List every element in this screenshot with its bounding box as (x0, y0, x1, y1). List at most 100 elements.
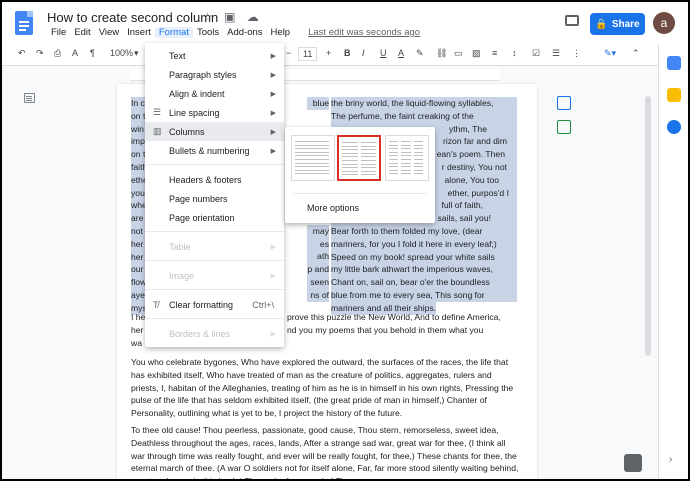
zoom-select[interactable]: 100% (110, 48, 133, 58)
menu-item-headers-footers[interactable]: Headers & footers (145, 170, 284, 189)
column-preview-line (389, 155, 399, 157)
text-line: The perfume, the faint creaking of the (331, 109, 517, 123)
suggest-edits-icon[interactable] (557, 120, 571, 134)
menu-tools[interactable]: Tools (193, 27, 223, 38)
chevron-down-icon[interactable]: ▾ (134, 48, 139, 59)
column-preview-line (413, 173, 423, 175)
share-button[interactable]: 🔒 Share (590, 13, 645, 35)
line-spacing-icon[interactable]: ↕ (512, 48, 517, 58)
menu-divider (145, 164, 284, 165)
column-preview-line (389, 148, 399, 150)
paragraph-3: To thee old cause! Thou peerless, passio… (131, 425, 519, 479)
menu-item-page-numbers[interactable]: Page numbers (145, 189, 284, 208)
three-columns-option[interactable] (385, 135, 429, 181)
highlight-icon[interactable]: ✎ (416, 48, 424, 59)
text-line: seen (307, 275, 329, 289)
font-size-decrease-icon[interactable]: − (286, 48, 291, 58)
star-icon[interactable]: ☆ (202, 10, 213, 24)
menu-file[interactable]: File (47, 27, 70, 38)
add-comment-icon[interactable]: ▭ (454, 48, 463, 59)
align-left-icon[interactable]: ≡ (492, 48, 497, 58)
editing-mode-icon[interactable]: ✎▾ (604, 48, 616, 59)
calendar-icon[interactable] (667, 56, 681, 70)
chevron-right-icon[interactable]: › (669, 454, 672, 465)
column-preview-line (360, 170, 376, 172)
column-preview-line (389, 151, 399, 153)
text-line: Speed on my book! spread your white sail… (331, 250, 517, 264)
column-preview-line (360, 174, 376, 176)
one-column-option[interactable] (291, 135, 335, 181)
chevron-right-icon: ▶ (270, 147, 276, 155)
column-preview-line (360, 152, 376, 154)
text-line: may (307, 224, 329, 238)
more-icon[interactable]: ⋮ (572, 48, 581, 59)
font-size-increase-icon[interactable]: + (326, 48, 331, 58)
link-icon[interactable]: ⛓ (436, 48, 447, 59)
document-outline-icon[interactable] (24, 93, 35, 103)
column-preview-line (360, 163, 376, 165)
chevron-up-icon[interactable]: ⌃ (632, 48, 640, 59)
checklist-icon[interactable]: ☑ (532, 48, 540, 59)
docs-logo-icon[interactable] (15, 11, 33, 35)
redo-icon[interactable]: ↷ (36, 48, 44, 59)
italic-icon[interactable]: I (362, 48, 365, 58)
font-size-input[interactable]: 11 (298, 47, 318, 61)
text-color-icon[interactable]: A (398, 48, 404, 58)
column-preview-line (413, 166, 423, 168)
two-columns-option[interactable] (337, 135, 381, 181)
bulleted-list-icon[interactable]: ☰ (552, 48, 560, 59)
column-preview-line (413, 155, 423, 157)
menu-item-shortcut: Ctrl+\ (252, 299, 274, 310)
scrollbar-thumb[interactable] (645, 96, 651, 356)
tasks-icon[interactable] (667, 120, 681, 134)
add-comment-icon[interactable] (557, 96, 571, 110)
menu-format[interactable]: Format (154, 27, 193, 38)
column-preview-line (401, 166, 411, 168)
menu-item-line-spacing[interactable]: ☰ Line spacing ▶ (145, 103, 284, 122)
menu-item-label: Line spacing (169, 107, 220, 118)
last-edit-link[interactable]: Last edit was seconds ago (304, 27, 424, 38)
menu-item-align-indent[interactable]: Align & indent ▶ (145, 84, 284, 103)
undo-icon[interactable]: ↶ (18, 48, 26, 59)
column-preview-line (389, 166, 399, 168)
move-folder-icon[interactable]: ▣ (224, 10, 235, 24)
column-preview-line (413, 169, 423, 171)
keep-icon[interactable] (667, 88, 681, 102)
menu-item-text[interactable]: Text ▶ (145, 46, 284, 65)
line-spacing-icon: ☰ (153, 107, 162, 117)
cloud-status-icon[interactable]: ☁ (247, 10, 259, 24)
text-line: ns of (307, 288, 329, 302)
paint-format-icon[interactable]: ¶ (90, 48, 95, 58)
menu-item-columns[interactable]: ▥ Columns ▶ (145, 122, 284, 141)
menu-help[interactable]: Help (267, 27, 295, 38)
text-line: Chant on, sail on, bear o'er the boundle… (331, 276, 517, 289)
spellcheck-icon[interactable]: A (72, 48, 78, 58)
column-preview-line (295, 148, 329, 150)
document-title[interactable]: How to create second column (47, 10, 218, 25)
menu-insert[interactable]: Insert (123, 27, 155, 38)
column-preview-line (342, 170, 358, 172)
column-preview-line (401, 151, 411, 153)
column-preview-line (401, 148, 411, 150)
scrollbar[interactable] (644, 82, 652, 356)
underline-icon[interactable]: U (380, 48, 387, 58)
bold-icon[interactable]: B (344, 48, 351, 58)
insert-image-icon[interactable]: ▨ (472, 48, 481, 59)
menu-edit[interactable]: Edit (70, 27, 94, 38)
column-preview-line (413, 162, 423, 164)
column-preview-line (295, 155, 329, 157)
print-icon[interactable]: ⎙ (54, 48, 61, 59)
text-fragment: nd you my poems that you behold in them … (287, 324, 484, 335)
menu-item-clear-formatting[interactable]: T̸ Clear formatting Ctrl+\ (145, 295, 284, 314)
explore-icon[interactable] (624, 454, 642, 472)
menu-item-paragraph-styles[interactable]: Paragraph styles ▶ (145, 65, 284, 84)
menu-item-page-orientation[interactable]: Page orientation (145, 208, 284, 227)
comments-icon[interactable] (565, 15, 579, 26)
menu-item-bullets-numbering[interactable]: Bullets & numbering ▶ (145, 141, 284, 160)
menu-addons[interactable]: Add-ons (223, 27, 266, 38)
avatar[interactable]: a (653, 12, 675, 34)
more-options-link[interactable]: More options (307, 203, 359, 213)
text-line: p and (307, 263, 329, 276)
menu-item-label: Page numbers (169, 193, 228, 204)
menu-view[interactable]: View (95, 27, 123, 38)
